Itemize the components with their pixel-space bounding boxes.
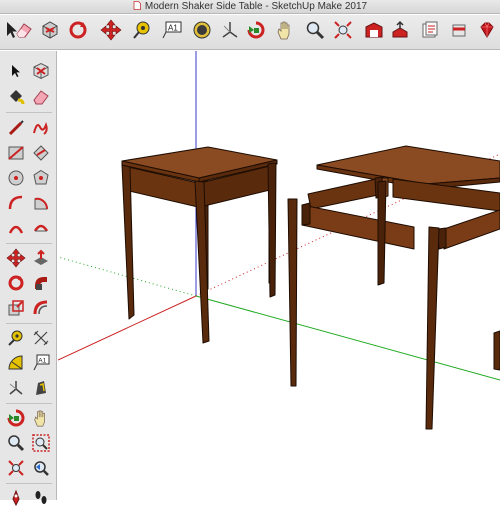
polygon-icon[interactable] <box>30 167 52 189</box>
walk-icon[interactable] <box>30 487 52 509</box>
document-icon <box>133 1 141 10</box>
ruby-icon[interactable] <box>475 18 499 42</box>
palette-separator <box>6 243 52 244</box>
circle-icon[interactable] <box>5 167 27 189</box>
extension-warehouse-icon[interactable] <box>447 18 471 42</box>
zoom-icon[interactable] <box>303 18 327 42</box>
red-axis <box>58 295 197 361</box>
palette-separator <box>6 323 52 324</box>
axes-icon[interactable] <box>5 377 27 399</box>
make-component-icon[interactable] <box>30 60 52 82</box>
text-tool-glyph: A1 <box>168 24 178 33</box>
scale-icon[interactable] <box>5 297 27 319</box>
rectangle-icon[interactable] <box>5 142 27 164</box>
eraser-icon[interactable] <box>30 86 52 108</box>
window-title: Modern Shaker Side Table - SketchUp Make… <box>144 1 368 12</box>
select-icon[interactable] <box>5 60 27 82</box>
make-component-icon[interactable] <box>38 18 62 42</box>
position-camera-icon[interactable] <box>5 487 27 509</box>
pie-icon[interactable] <box>30 192 52 214</box>
palette-separator <box>6 112 52 113</box>
protractor-icon[interactable] <box>5 352 27 374</box>
assembled-side-table[interactable] <box>121 146 278 344</box>
tape-measure-icon[interactable] <box>5 327 27 349</box>
layout-icon[interactable] <box>418 18 442 42</box>
zoom-window-icon[interactable] <box>30 432 52 454</box>
eraser-icon[interactable] <box>12 18 36 42</box>
follow-me-icon[interactable] <box>30 272 52 294</box>
two-point-arc-icon[interactable] <box>30 217 52 239</box>
arc-icon[interactable] <box>5 192 27 214</box>
modeling-viewport[interactable] <box>58 51 500 500</box>
orbit-icon[interactable] <box>244 18 268 42</box>
offset-icon[interactable] <box>30 297 52 319</box>
window-title-bar: Modern Shaker Side Table - SketchUp Make… <box>0 0 500 14</box>
zoom-icon[interactable] <box>5 432 27 454</box>
pan-icon[interactable] <box>30 407 52 429</box>
warehouse-icon[interactable] <box>362 18 386 42</box>
scene-canvas[interactable] <box>58 51 500 500</box>
palette-separator <box>6 483 52 484</box>
zoom-extents-icon[interactable] <box>5 457 27 479</box>
tape-measure-icon[interactable] <box>130 18 154 42</box>
line-icon[interactable] <box>5 117 27 139</box>
text-icon[interactable]: A1 <box>30 352 52 374</box>
zoom-extents-icon[interactable] <box>331 18 355 42</box>
tool-palette: A1 <box>0 51 57 507</box>
green-axis <box>195 295 500 381</box>
text-tool-glyph: A1 <box>38 357 46 364</box>
move-icon[interactable] <box>5 247 27 269</box>
exploded-side-table[interactable] <box>287 145 500 430</box>
orbit-icon[interactable] <box>5 407 27 429</box>
paint-bucket-icon[interactable] <box>5 86 27 108</box>
three-point-arc-icon[interactable] <box>5 217 27 239</box>
rotate-icon[interactable] <box>66 18 90 42</box>
palette-separator <box>6 403 52 404</box>
previous-view-icon[interactable] <box>30 457 52 479</box>
freehand-icon[interactable] <box>30 117 52 139</box>
rotate-icon[interactable] <box>5 272 27 294</box>
section-plane-icon[interactable] <box>30 377 52 399</box>
rotated-rectangle-icon[interactable] <box>30 142 52 164</box>
share-model-icon[interactable] <box>388 18 412 42</box>
dimension-icon[interactable] <box>30 327 52 349</box>
text-icon[interactable]: A1 <box>160 18 184 42</box>
pan-icon[interactable] <box>273 18 297 42</box>
main-toolbar: A1 <box>0 15 500 50</box>
move-icon[interactable] <box>99 18 123 42</box>
paint-bucket-icon[interactable] <box>190 18 214 42</box>
axes-icon[interactable] <box>218 18 242 42</box>
push-pull-icon[interactable] <box>30 247 52 269</box>
